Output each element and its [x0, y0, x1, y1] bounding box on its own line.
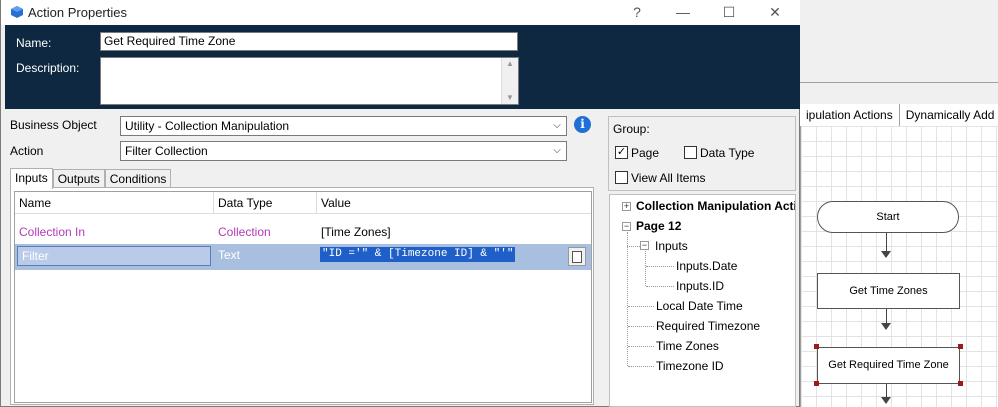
- row-value[interactable]: [Time Zones]: [317, 221, 391, 243]
- data-items-tree[interactable]: + Collection Manipulation Actions − Page…: [609, 194, 796, 407]
- background-tab-dynamically-add[interactable]: Dynamically Add Fie: [899, 104, 998, 126]
- business-object-value: Utility - Collection Manipulation: [125, 119, 290, 133]
- action-value: Filter Collection: [125, 144, 208, 158]
- action-properties-dialog: Action Properties ? — ☐ ✕ Name: Get Requ…: [0, 0, 800, 407]
- title-bar[interactable]: Action Properties ? — ☐ ✕: [1, 0, 800, 25]
- tree-guide-line: [628, 326, 654, 327]
- tree-guide-line: [646, 266, 674, 267]
- table-row-selected[interactable]: Filter Text "ID ='" & [Timezone ID] & "'…: [15, 244, 591, 270]
- name-field[interactable]: Get Required Time Zone: [100, 32, 518, 51]
- data-type-checkbox[interactable]: [684, 146, 697, 159]
- flow-arrow-icon: [881, 323, 891, 330]
- calculator-icon: [572, 251, 582, 263]
- flow-connector: [886, 233, 887, 253]
- view-all-items-checkbox[interactable]: [615, 171, 628, 184]
- tree-guide-line: [628, 306, 654, 307]
- selection-handle[interactable]: [958, 344, 963, 349]
- row-name-field[interactable]: Filter: [17, 246, 211, 266]
- minimize-button[interactable]: —: [660, 0, 706, 25]
- tree-node-local-date-time[interactable]: Local Date Time: [656, 299, 743, 313]
- tree-guide-line: [628, 346, 654, 347]
- background-toolbar-area: [800, 0, 998, 82]
- table-row[interactable]: Collection In Collection [Time Zones]: [15, 221, 591, 243]
- info-icon[interactable]: i: [574, 116, 591, 133]
- column-header-data-type[interactable]: Data Type: [214, 192, 317, 214]
- tab-conditions[interactable]: Conditions: [104, 169, 172, 188]
- business-object-select[interactable]: Utility - Collection Manipulation ⌵: [120, 116, 567, 136]
- tree-guide-line: [645, 251, 646, 286]
- row-data-type: Collection: [218, 225, 271, 239]
- action-select[interactable]: Filter Collection ⌵: [120, 141, 567, 161]
- tree-node-collection-manipulation[interactable]: Collection Manipulation Actions: [636, 199, 795, 213]
- tree-guide-line: [627, 246, 640, 247]
- close-button[interactable]: ✕: [752, 0, 798, 25]
- tree-guide-line: [628, 366, 654, 367]
- page-checkbox[interactable]: ✓: [615, 146, 628, 159]
- expression-editor-button[interactable]: [568, 247, 586, 266]
- name-label: Name:: [16, 36, 52, 50]
- flow-connector: [886, 384, 887, 398]
- tab-outputs[interactable]: Outputs: [52, 169, 105, 188]
- collapse-icon[interactable]: −: [640, 241, 649, 250]
- scroll-down-icon[interactable]: ▼: [502, 92, 518, 104]
- background-tab-collection-manipulation[interactable]: ipulation Actions: [800, 104, 900, 126]
- chevron-down-icon: ⌵: [553, 145, 561, 156]
- params-tabs: Inputs Outputs Conditions: [10, 168, 172, 189]
- maximize-button[interactable]: ☐: [706, 0, 752, 25]
- tree-node-inputs-date[interactable]: Inputs.Date: [676, 259, 737, 273]
- inputs-grid[interactable]: Name Data Type Value Collection In Colle…: [14, 191, 592, 403]
- action-label: Action: [10, 144, 44, 158]
- flow-action-get-time-zones[interactable]: Get Time Zones: [817, 273, 960, 309]
- selection-handle[interactable]: [814, 381, 819, 386]
- description-scrollbar[interactable]: ▲ ▼: [501, 58, 518, 104]
- chevron-down-icon: ⌵: [553, 120, 561, 131]
- flow-arrow-icon: [881, 397, 891, 404]
- page-checkbox-label: Page: [631, 146, 660, 160]
- view-all-items-label: View All Items: [631, 171, 706, 185]
- flow-arrow-icon: [881, 251, 891, 258]
- tree-node-page[interactable]: Page 12: [636, 219, 681, 233]
- tree-guide-line: [646, 286, 674, 287]
- row-name: Collection In: [19, 225, 86, 239]
- dialog-header: Name: Get Required Time Zone Description…: [5, 25, 800, 109]
- description-field[interactable]: ▲ ▼: [100, 57, 519, 105]
- selection-handle[interactable]: [814, 344, 819, 349]
- group-label: Group:: [613, 122, 650, 136]
- collapse-icon[interactable]: −: [622, 222, 631, 231]
- flow-action-get-required-time-zone[interactable]: Get Required Time Zone: [817, 347, 960, 384]
- column-header-value[interactable]: Value: [317, 192, 591, 214]
- tree-node-inputs[interactable]: Inputs: [655, 239, 688, 253]
- row-value-field[interactable]: "ID ='" & [Timezone ID] & "'": [320, 247, 516, 262]
- window-title: Action Properties: [28, 5, 127, 20]
- description-label: Description:: [16, 61, 80, 75]
- flow-start-stage[interactable]: Start: [817, 201, 959, 233]
- tree-node-timezone-id[interactable]: Timezone ID: [656, 359, 724, 373]
- row-data-type: Text: [218, 248, 241, 262]
- background-tab-strip: [800, 82, 998, 104]
- column-header-name[interactable]: Name: [15, 192, 214, 214]
- data-type-checkbox-label: Data Type: [700, 146, 755, 160]
- tree-node-inputs-id[interactable]: Inputs.ID: [676, 279, 724, 293]
- expand-icon[interactable]: +: [622, 202, 631, 211]
- tab-inputs[interactable]: Inputs: [10, 168, 53, 189]
- background-page-tabs: ipulation Actions Dynamically Add Fie: [800, 104, 998, 126]
- inputs-panel: Name Data Type Value Collection In Colle…: [10, 187, 594, 405]
- tree-node-required-timezone[interactable]: Required Timezone: [656, 319, 760, 333]
- tree-node-time-zones[interactable]: Time Zones: [656, 339, 719, 353]
- group-panel: Group: ✓ Page Data Type View All Items: [608, 116, 796, 191]
- business-object-label: Business Object: [10, 118, 97, 132]
- selection-handle[interactable]: [958, 381, 963, 386]
- scroll-up-icon[interactable]: ▲: [502, 58, 518, 70]
- app-logo-icon: [11, 6, 23, 18]
- help-button[interactable]: ?: [614, 0, 660, 25]
